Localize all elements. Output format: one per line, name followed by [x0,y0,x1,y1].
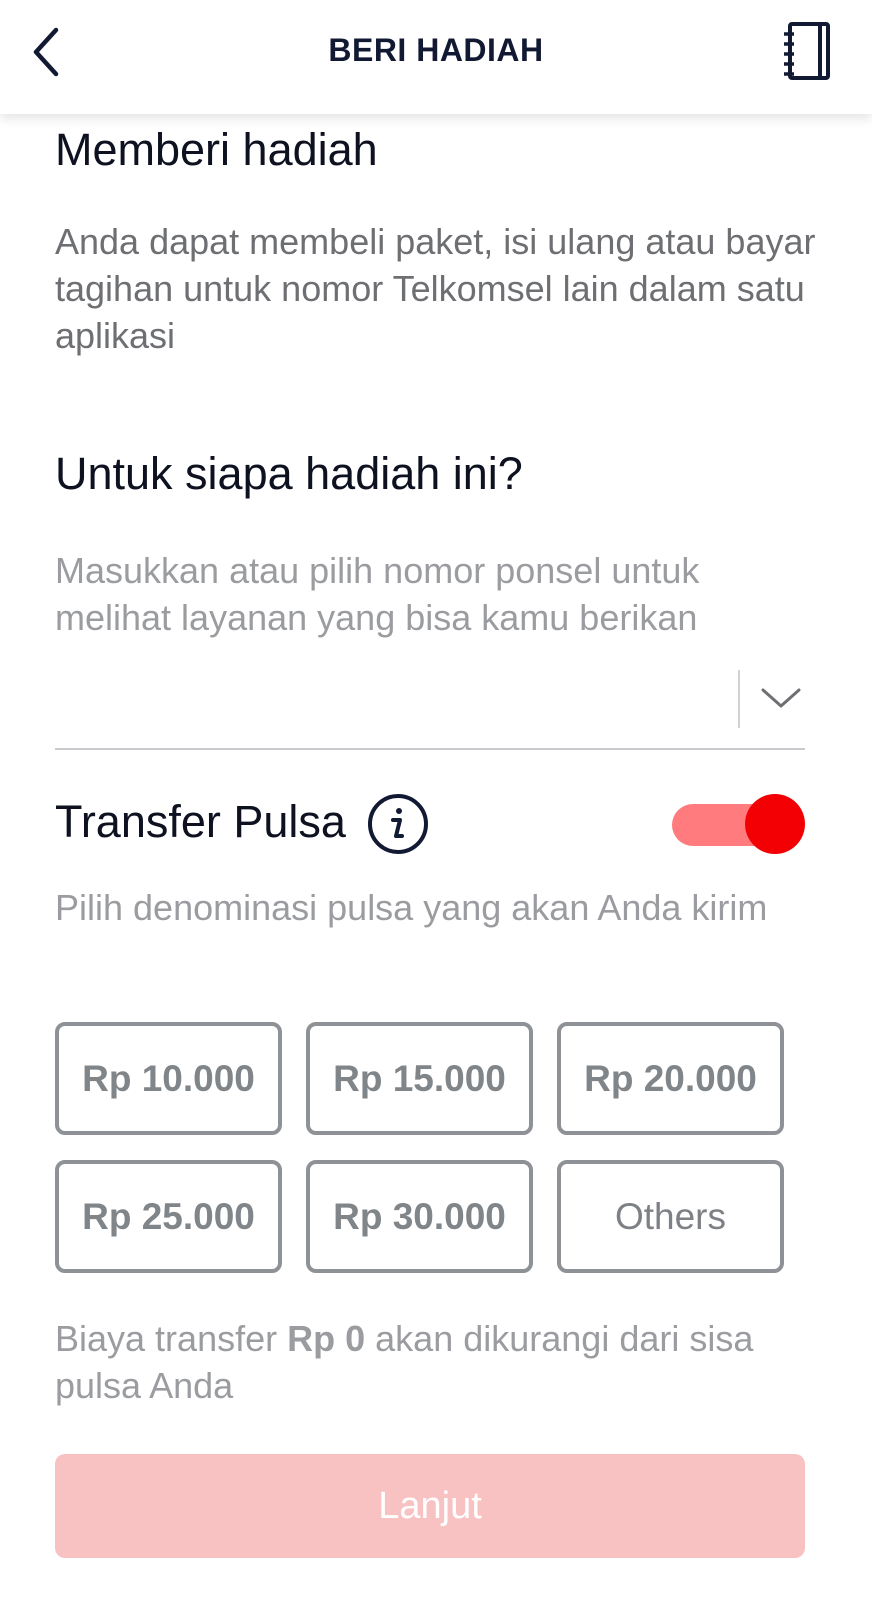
intro-description: Anda dapat membeli paket, isi ulang atau… [55,221,816,356]
chevron-down-icon [761,688,801,708]
field-divider [738,670,740,728]
denomination-30000-button[interactable]: Rp 30.000 [306,1160,533,1273]
denomination-others-button[interactable]: Others [557,1160,784,1273]
fee-prefix: Biaya transfer [55,1318,278,1359]
recipient-description: Masukkan atau pilih nomor ponsel untuk m… [55,550,700,638]
info-icon [368,794,428,854]
denomination-20000-button[interactable]: Rp 20.000 [557,1022,784,1135]
top-app-bar: BERI HADIAH [0,0,872,114]
transfer-pulsa-toggle[interactable] [672,794,805,856]
address-book-icon [784,22,830,80]
toggle-knob [745,794,805,854]
transfer-info-button[interactable] [367,793,429,855]
page-title: BERI HADIAH [328,32,544,68]
denomination-25000-button[interactable]: Rp 25.000 [55,1160,282,1273]
denomination-15000-button[interactable]: Rp 15.000 [306,1022,533,1135]
transfer-fee-note: Biaya transfer Rp 0 akan dikurangi dari … [55,1315,820,1409]
next-button[interactable]: Lanjut [55,1454,805,1558]
address-book-button[interactable] [780,20,838,84]
recipient-title: Untuk siapa hadiah ini? [55,448,523,499]
fee-amount: Rp 0 [287,1318,366,1359]
denomination-10000-button[interactable]: Rp 10.000 [55,1022,282,1135]
contact-dropdown-button[interactable] [755,670,807,730]
transfer-pulsa-label: Transfer Pulsa [55,796,346,847]
phone-number-input[interactable] [55,668,719,730]
intro-title: Memberi hadiah [55,124,378,175]
phone-number-field [55,662,805,750]
denomination-description: Pilih denominasi pulsa yang akan Anda ki… [55,887,768,928]
